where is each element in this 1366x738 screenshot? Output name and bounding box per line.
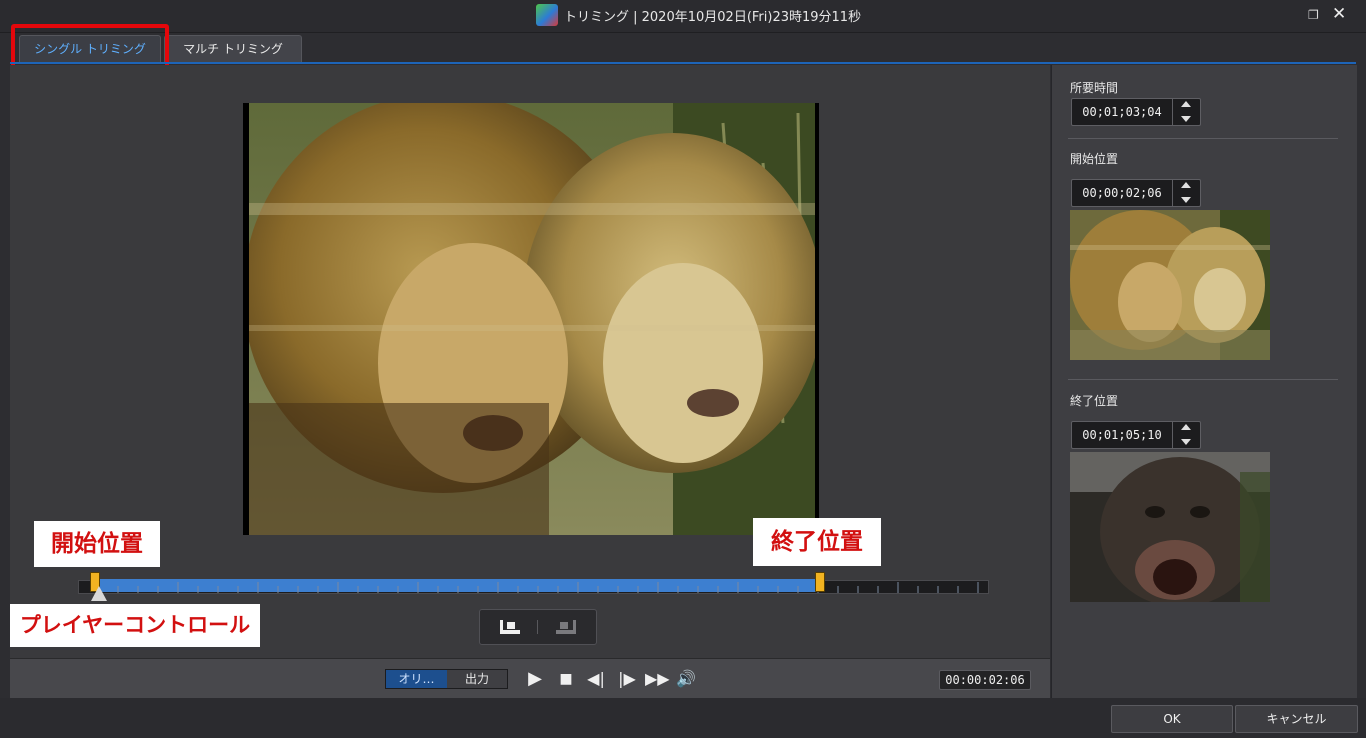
spin-down-icon[interactable] bbox=[1181, 116, 1191, 122]
mode-original-button[interactable]: オリ… bbox=[386, 670, 447, 688]
set-end-icon bbox=[556, 620, 576, 634]
stop-icon[interactable]: ■ bbox=[555, 669, 577, 689]
callout-end-position: 終了位置 bbox=[753, 518, 881, 566]
callout-start-position: 開始位置 bbox=[34, 521, 160, 567]
end-position-label: 終了位置 bbox=[1070, 394, 1119, 408]
play-icon[interactable]: ▶ bbox=[524, 669, 546, 689]
end-marker-handle[interactable] bbox=[815, 572, 825, 592]
start-position-thumbnail bbox=[1070, 210, 1270, 360]
end-position-field[interactable]: 00;01;05;10 bbox=[1071, 421, 1201, 449]
start-position-spinner[interactable] bbox=[1172, 180, 1201, 206]
start-position-label: 開始位置 bbox=[1070, 152, 1119, 166]
restore-icon[interactable]: ❐ bbox=[1308, 9, 1320, 21]
start-position-field[interactable]: 00;00;02;06 bbox=[1071, 179, 1201, 207]
current-time-display: 00:00:02:06 bbox=[939, 670, 1031, 690]
start-thumbnail-image bbox=[1070, 210, 1270, 360]
timeline-ticks bbox=[97, 582, 979, 593]
mark-buttons-group bbox=[479, 609, 597, 645]
ok-button[interactable]: OK bbox=[1111, 705, 1233, 733]
window-title: トリミング | 2020年10月02日(Fri)23時19分11秒 bbox=[564, 10, 862, 25]
duration-spinner[interactable] bbox=[1172, 99, 1201, 125]
spin-up-icon[interactable] bbox=[1181, 182, 1191, 188]
duration-label: 所要時間 bbox=[1070, 81, 1119, 95]
fast-forward-icon[interactable]: ▶▶ bbox=[645, 669, 670, 689]
tab-strip-divider bbox=[10, 62, 1356, 64]
duration-value[interactable]: 00;01;03;04 bbox=[1072, 99, 1172, 125]
set-end-button[interactable] bbox=[538, 610, 596, 644]
prev-frame-icon[interactable]: ◀| bbox=[585, 669, 607, 689]
panel-divider bbox=[1068, 138, 1338, 139]
spin-down-icon[interactable] bbox=[1181, 197, 1191, 203]
mode-output-button[interactable]: 出力 bbox=[447, 670, 507, 688]
tab-multi-trimming[interactable]: マルチ トリミング bbox=[164, 35, 302, 62]
playhead-handle[interactable] bbox=[91, 586, 107, 601]
end-thumbnail-image bbox=[1070, 452, 1270, 602]
end-position-spinner[interactable] bbox=[1172, 422, 1201, 448]
spin-up-icon[interactable] bbox=[1181, 101, 1191, 107]
app-icon bbox=[536, 4, 558, 26]
panel-divider bbox=[1068, 379, 1338, 380]
volume-icon[interactable]: 🔊 bbox=[675, 669, 697, 689]
end-position-value[interactable]: 00;01;05;10 bbox=[1072, 422, 1172, 448]
spin-up-icon[interactable] bbox=[1181, 424, 1191, 430]
set-start-icon bbox=[500, 620, 520, 634]
video-frame-image bbox=[243, 103, 819, 535]
set-start-button[interactable] bbox=[480, 610, 538, 644]
close-icon[interactable]: ✕ bbox=[1332, 6, 1348, 23]
start-position-value[interactable]: 00;00;02;06 bbox=[1072, 180, 1172, 206]
duration-field[interactable]: 00;01;03;04 bbox=[1071, 98, 1201, 126]
callout-player-control: プレイヤーコントロール bbox=[10, 604, 260, 647]
spin-down-icon[interactable] bbox=[1181, 439, 1191, 445]
preview-mode-toggle: オリ… 出力 bbox=[385, 669, 508, 689]
end-position-thumbnail bbox=[1070, 452, 1270, 602]
next-frame-icon[interactable]: |▶ bbox=[616, 669, 638, 689]
video-preview bbox=[243, 103, 819, 535]
cancel-button[interactable]: キャンセル bbox=[1235, 705, 1358, 733]
